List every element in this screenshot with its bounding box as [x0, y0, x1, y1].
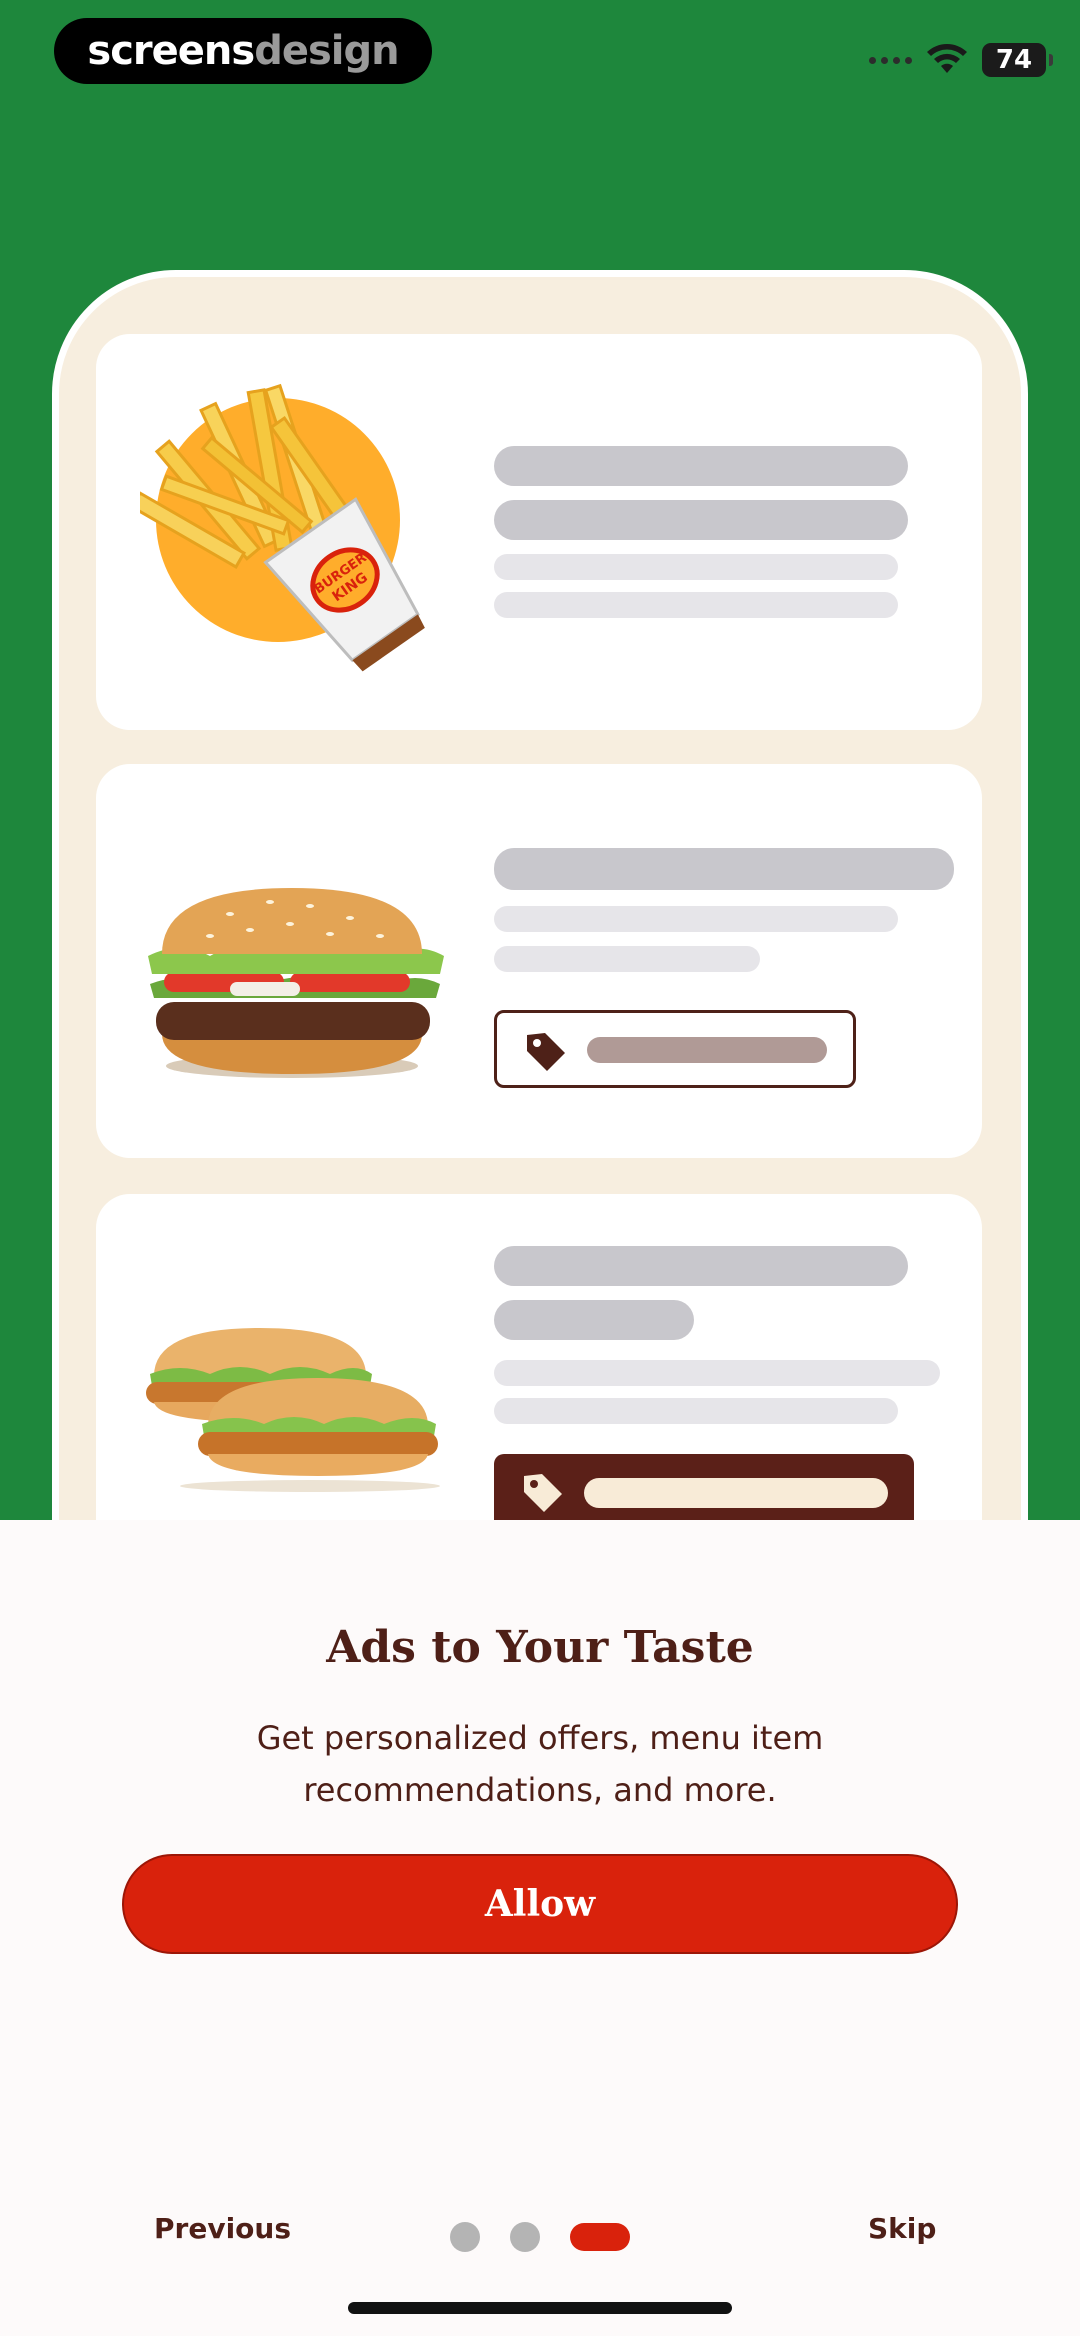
skeleton-line [494, 554, 898, 580]
battery-level: 74 [995, 45, 1033, 75]
onboarding-description: Get personalized offers, menu item recom… [256, 1719, 824, 1809]
watermark-part1: screens [87, 28, 255, 74]
cellular-signal-icon [869, 56, 912, 64]
skeleton-line [494, 906, 898, 932]
home-indicator[interactable] [348, 2302, 732, 2314]
skeleton-title [494, 500, 908, 540]
burger-image [148, 888, 444, 1078]
page-indicator-dot[interactable] [450, 2222, 480, 2252]
skeleton-title [494, 1246, 908, 1286]
skip-button[interactable]: Skip [868, 2212, 936, 2245]
menu-card-sandwiches [96, 1194, 982, 1520]
watermark-part2: design [254, 28, 399, 74]
skeleton-line [494, 946, 760, 972]
skeleton-line [494, 1360, 940, 1386]
price-tag-icon [527, 1033, 565, 1071]
skeleton-title [494, 446, 908, 486]
onboarding-hero: screens design 74 BURGER KING [0, 0, 1080, 1520]
menu-card-burger [96, 764, 982, 1158]
menu-card-fries: BURGER KING [96, 334, 982, 730]
previous-button[interactable]: Previous [154, 2212, 291, 2245]
sandwiches-image [146, 1328, 440, 1492]
offer-tag-outline [494, 1010, 856, 1088]
battery-icon: 74 [982, 43, 1053, 77]
skeleton-title [494, 848, 954, 890]
page-indicator-dot-active[interactable] [570, 2223, 630, 2251]
skeleton-title [494, 1300, 694, 1340]
skeleton-line [494, 1398, 898, 1424]
fries-image: BURGER KING [140, 383, 425, 672]
skeleton-line [494, 592, 898, 618]
page-indicator-dot[interactable] [510, 2222, 540, 2252]
skeleton-line [587, 1037, 827, 1063]
allow-button[interactable]: Allow [122, 1854, 958, 1954]
wifi-icon [927, 44, 967, 73]
offer-tag-filled [494, 1454, 914, 1520]
screensdesign-watermark: screens design [54, 18, 432, 84]
status-bar: 74 [869, 38, 1053, 82]
price-tag-icon [524, 1474, 562, 1512]
onboarding-title: Ads to Your Taste [326, 1622, 754, 1673]
skeleton-line [584, 1478, 888, 1508]
